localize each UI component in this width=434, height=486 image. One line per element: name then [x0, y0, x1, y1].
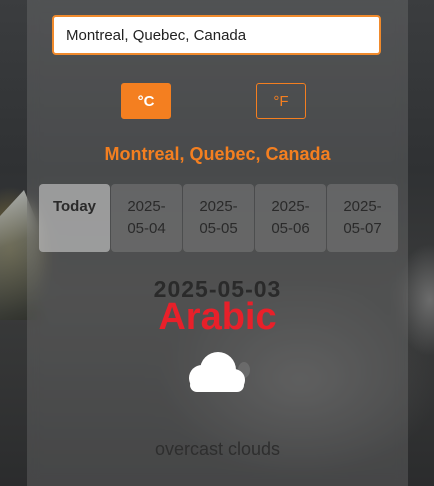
- day-tabs: Today 2025- 05-04 2025- 05-05 2025- 05-06 2…: [39, 184, 399, 252]
- day-tab-2025-05-07[interactable]: 2025- 05-07: [327, 184, 398, 252]
- day-tab-today[interactable]: Today: [39, 184, 110, 252]
- day-tab-2025-05-06[interactable]: 2025- 05-06: [255, 184, 326, 252]
- weather-panel: °C °F Montreal, Quebec, Canada Today 202…: [27, 0, 408, 486]
- city-title: Montreal, Quebec, Canada: [104, 144, 331, 164]
- day-tab-2025-05-04[interactable]: 2025- 05-04: [111, 184, 182, 252]
- weather-description: overcast clouds: [154, 439, 281, 459]
- cloud-icon: [189, 352, 250, 392]
- language-label: Arabic: [158, 296, 277, 338]
- fahrenheit-button[interactable]: °F: [256, 83, 306, 119]
- day-tab-2025-05-05[interactable]: 2025- 05-05: [183, 184, 254, 252]
- celsius-button[interactable]: °C: [121, 83, 171, 119]
- location-search-input[interactable]: [52, 15, 381, 55]
